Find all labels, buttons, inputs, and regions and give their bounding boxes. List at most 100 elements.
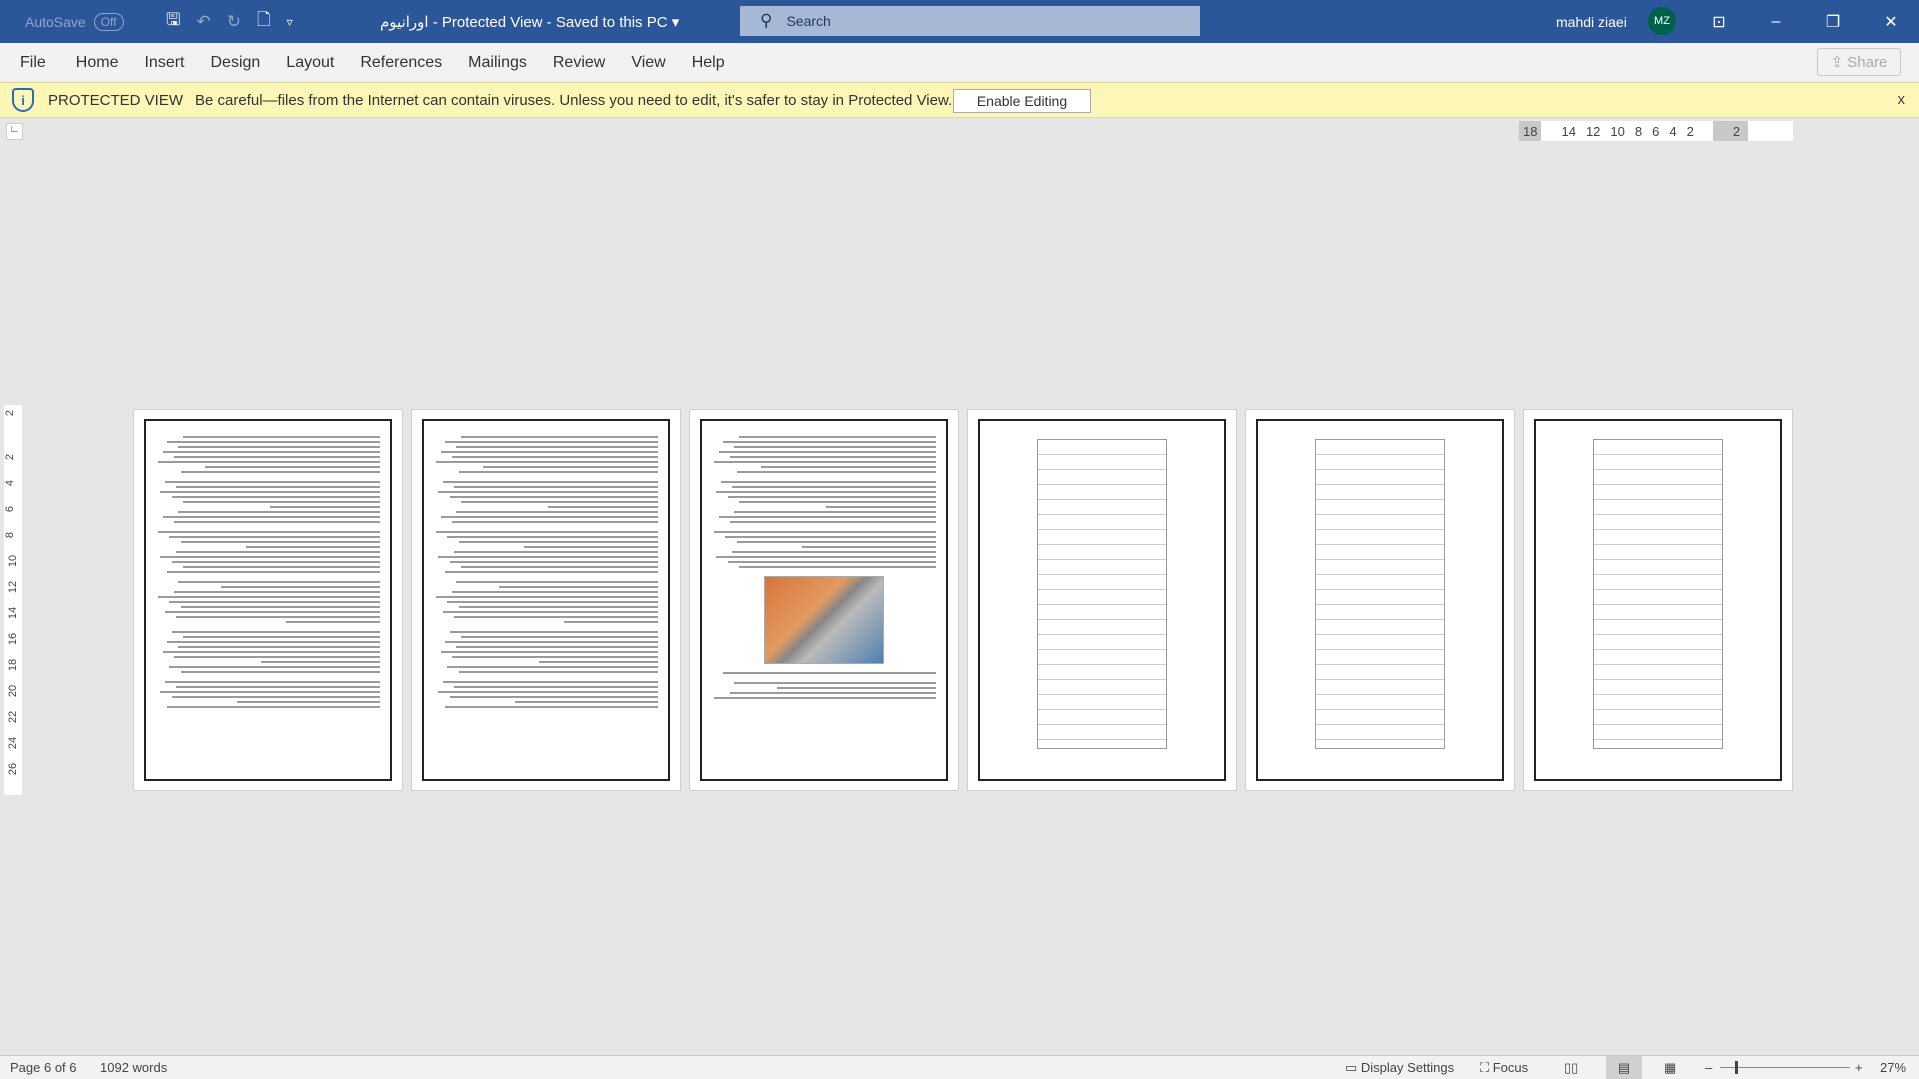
text-line <box>714 461 936 463</box>
page-count[interactable]: Page 6 of 6 <box>10 1060 77 1075</box>
text-line <box>447 536 658 538</box>
text-line <box>548 506 658 508</box>
restore-icon[interactable]: ❐ <box>1810 0 1856 43</box>
word-count[interactable]: 1092 words <box>100 1060 167 1075</box>
tab-mailings[interactable]: Mailings <box>468 54 527 72</box>
page-thumbnail[interactable] <box>1245 409 1515 791</box>
read-mode-icon[interactable]: ▯▯ <box>1564 1060 1578 1076</box>
text-line <box>738 501 936 503</box>
text-line <box>160 691 380 693</box>
text-line <box>727 496 936 498</box>
text-line <box>738 566 936 568</box>
save-icon[interactable]: 🖫 <box>166 7 180 36</box>
user-name[interactable]: mahdi ziaei <box>1556 0 1627 43</box>
text-line <box>176 551 380 553</box>
undo-icon[interactable]: ↶ <box>196 12 210 32</box>
tab-layout[interactable]: Layout <box>286 54 334 72</box>
page-thumbnail[interactable] <box>133 409 403 791</box>
ruler-tick: 14 <box>7 606 20 620</box>
horizontal-ruler[interactable]: 18 14 12 10 8 6 4 2 2 <box>1519 121 1793 141</box>
text-line <box>732 486 936 488</box>
text-line <box>176 486 380 488</box>
focus-button[interactable]: ⛶ Focus <box>1480 1060 1528 1076</box>
text-line <box>158 596 380 598</box>
zoom-level[interactable]: 27% <box>1880 1060 1906 1075</box>
web-layout-icon[interactable]: ▦ <box>1664 1060 1676 1076</box>
share-button[interactable]: ⇪ Share <box>1817 48 1901 76</box>
text-line <box>436 531 658 533</box>
tab-view[interactable]: View <box>631 54 665 72</box>
display-icon: ▭ <box>1345 1060 1361 1075</box>
text-line <box>456 581 658 583</box>
zoom-slider-thumb[interactable] <box>1735 1061 1738 1074</box>
ribbon-display-icon[interactable]: ⊡ <box>1696 0 1742 43</box>
text-line <box>447 666 658 668</box>
zoom-out-icon[interactable]: – <box>1705 1060 1712 1075</box>
customize-toolbar-icon[interactable]: ▿ <box>287 15 293 29</box>
text-line <box>173 656 380 658</box>
text-line <box>483 466 658 468</box>
text-line <box>180 671 380 673</box>
text-line <box>220 586 380 588</box>
text-line <box>454 551 658 553</box>
text-line <box>167 571 380 573</box>
page-thumbnail[interactable] <box>689 409 959 791</box>
text-line <box>460 436 658 438</box>
tab-references[interactable]: References <box>360 54 442 72</box>
text-line <box>445 441 658 443</box>
zoom-slider[interactable] <box>1720 1061 1850 1074</box>
text-line <box>158 461 380 463</box>
text-line <box>458 671 658 673</box>
enable-editing-button[interactable]: Enable Editing <box>953 89 1091 113</box>
minimize-icon[interactable]: – <box>1753 0 1799 43</box>
text-line <box>158 531 380 533</box>
page-thumbnail[interactable] <box>1523 409 1793 791</box>
autosave-toggle[interactable]: AutoSave Off <box>25 0 124 43</box>
text-line <box>438 556 658 558</box>
redo-icon[interactable]: ↻ <box>227 12 241 32</box>
text-line <box>436 461 658 463</box>
text-line <box>736 541 936 543</box>
ruler-tick: 6 <box>4 505 17 513</box>
text-line <box>178 511 380 513</box>
text-line <box>458 606 658 608</box>
tab-file[interactable]: File <box>20 54 46 72</box>
tab-review[interactable]: Review <box>553 54 605 72</box>
text-line <box>729 456 936 458</box>
tab-design[interactable]: Design <box>210 54 260 72</box>
text-line <box>460 566 658 568</box>
search-box[interactable]: ⚲ Search <box>740 6 1200 36</box>
text-line <box>718 516 936 518</box>
tab-home[interactable]: Home <box>76 54 119 72</box>
tab-help[interactable]: Help <box>692 54 725 72</box>
close-icon[interactable]: ✕ <box>1868 0 1914 43</box>
search-placeholder: Search <box>786 13 831 29</box>
page-thumbnail[interactable] <box>967 409 1237 791</box>
tab-insert[interactable]: Insert <box>144 54 184 72</box>
ruler-tick: 14 <box>1561 123 1576 139</box>
document-pages <box>133 409 1793 791</box>
close-bar-icon[interactable]: x <box>1898 91 1906 108</box>
text-line <box>164 481 380 483</box>
text-line <box>180 471 380 473</box>
vertical-ruler[interactable]: 2 2 4 6 8 10 12 14 16 18 20 22 24 26 <box>4 405 22 795</box>
text-line <box>169 666 380 668</box>
page-thumbnail[interactable] <box>411 409 681 791</box>
focus-icon: ⛶ <box>1480 1060 1493 1075</box>
autosave-state[interactable]: Off <box>93 12 124 31</box>
text-line <box>456 446 658 448</box>
text-line <box>716 556 936 558</box>
avatar[interactable]: MZ <box>1648 7 1676 35</box>
zoom-in-icon[interactable]: + <box>1855 1060 1863 1075</box>
display-settings-button[interactable]: ▭ Display Settings <box>1345 1060 1454 1076</box>
focus-label: Focus <box>1492 1060 1529 1075</box>
new-document-icon[interactable]: 🗋 <box>257 7 271 36</box>
print-layout-icon[interactable]: ▤ <box>1606 1056 1642 1079</box>
text-line <box>160 491 380 493</box>
document-title[interactable]: اورانیوم - Protected View - Saved to thi… <box>380 0 679 43</box>
text-line <box>720 481 936 483</box>
text-line <box>171 696 380 698</box>
text-line <box>776 687 936 689</box>
text-line <box>447 601 658 603</box>
tab-selector[interactable]: ∟ <box>6 123 23 140</box>
